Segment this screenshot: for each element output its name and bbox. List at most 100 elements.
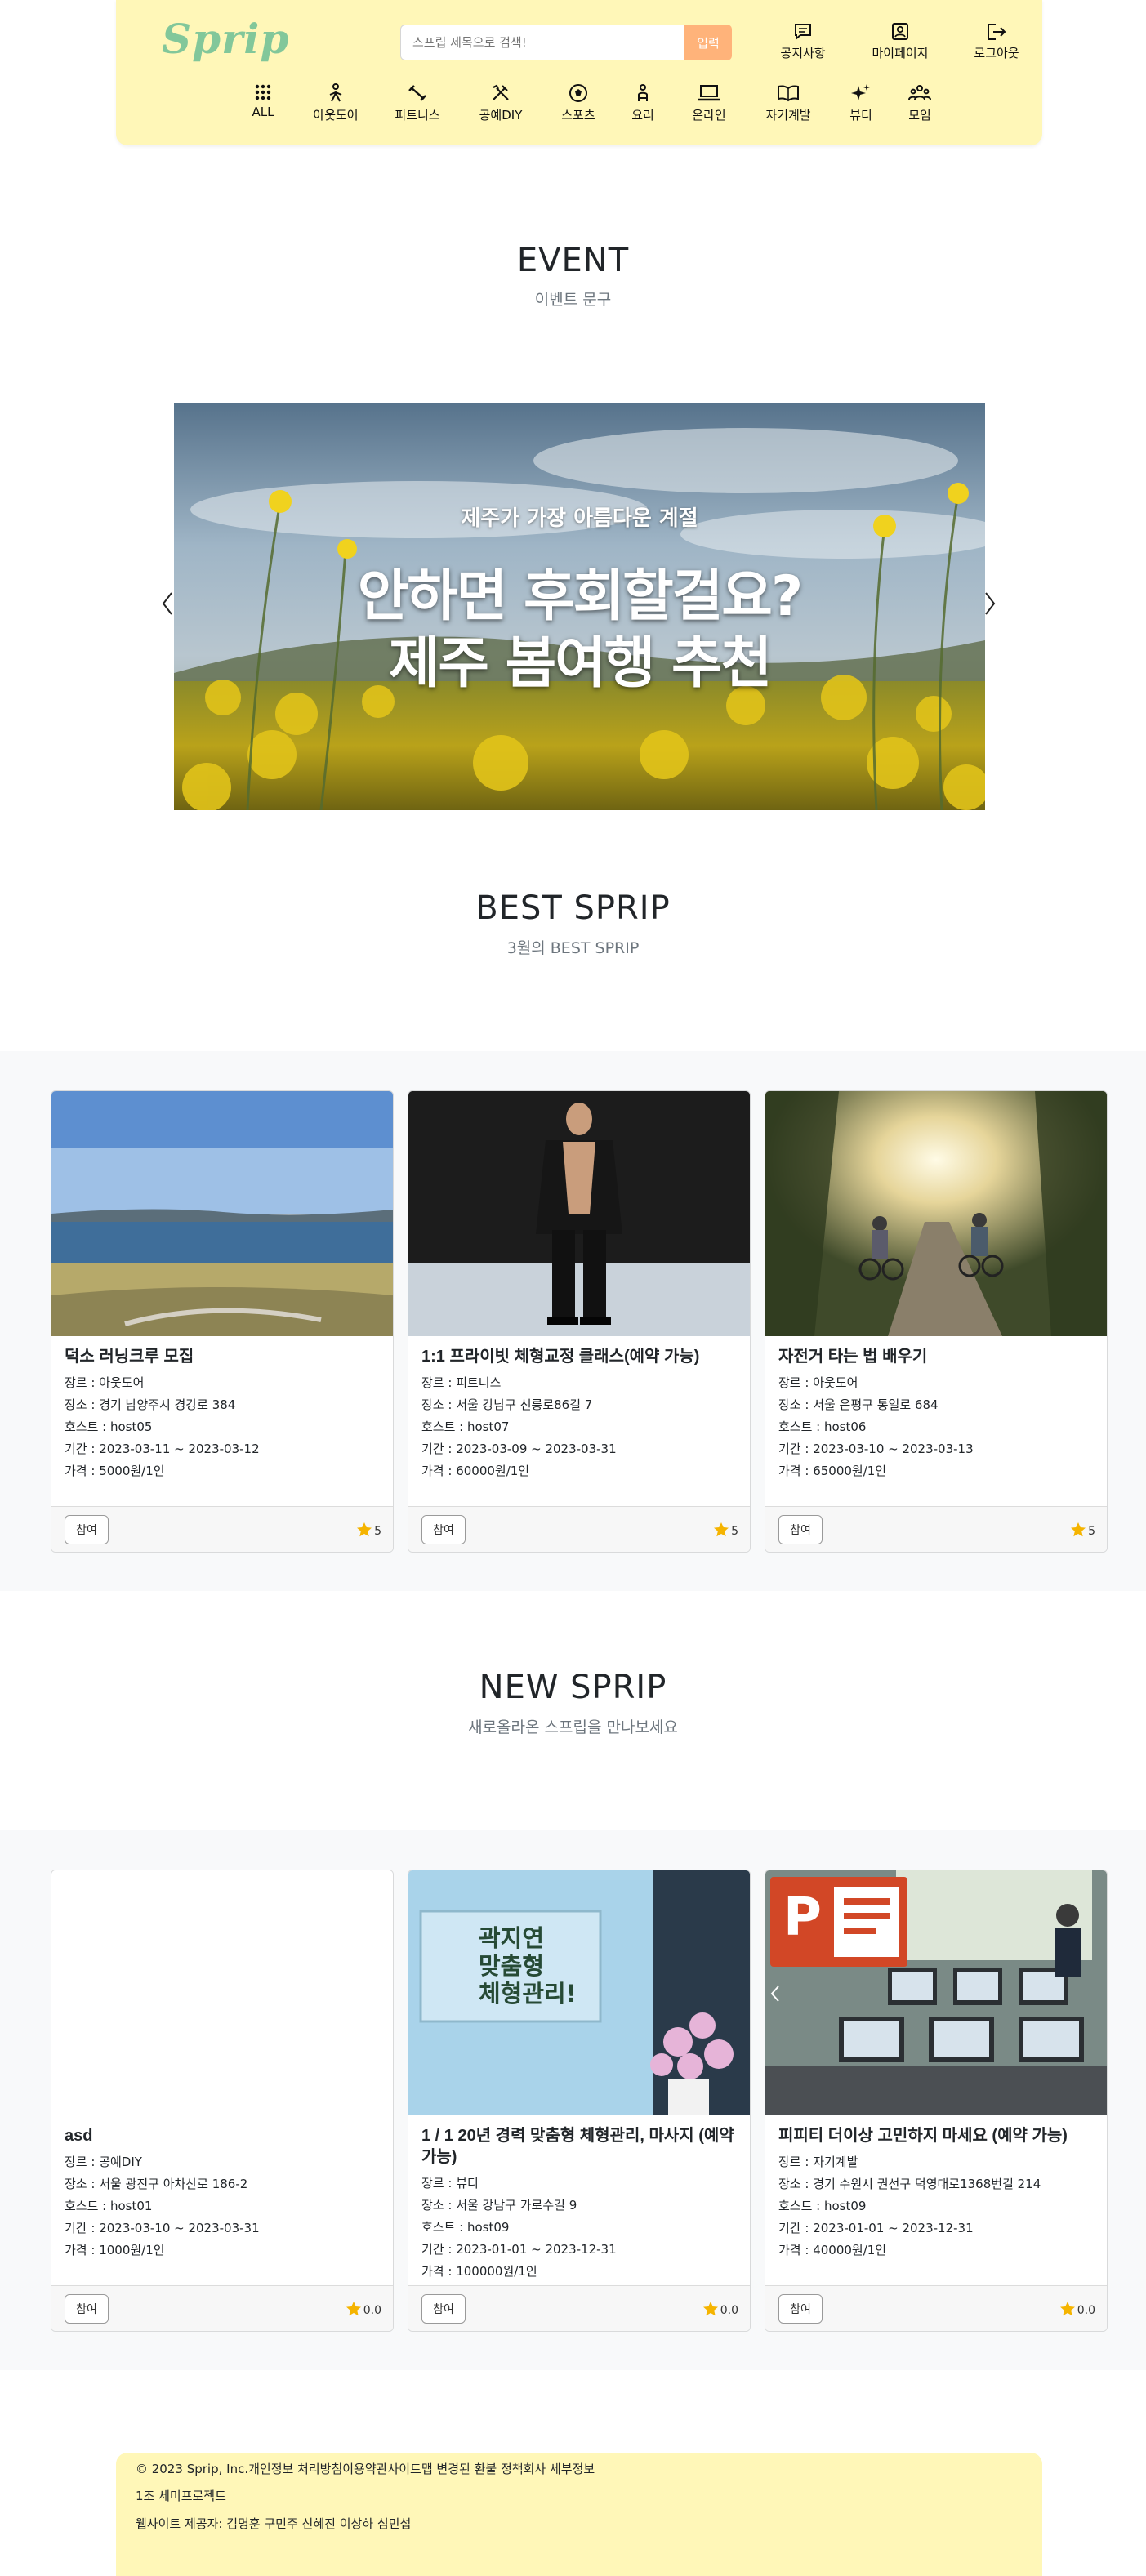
river-photo xyxy=(51,1091,393,1336)
banner-kicker: 제주가 가장 아름다운 계절 xyxy=(461,506,698,531)
card-place: 장소 : 서울 은평구 통일로 684 xyxy=(778,1397,939,1412)
best-card[interactable]: 1:1 프라이빗 체형교정 클래스(예약 가능) 장르 : 피트니스 장소 : … xyxy=(408,1090,751,1553)
trainer-photo xyxy=(408,1091,750,1336)
new-card[interactable]: P 피피티 더이상 고민하지 마세요 (예약 가능) 장르 : 자기계발 장소 … xyxy=(765,1870,1108,2332)
card-body: 1:1 프라이빗 체형교정 클래스(예약 가능) 장르 : 피트니스 장소 : … xyxy=(421,1346,740,1482)
card-footer: 참여 5 xyxy=(408,1506,750,1552)
join-button[interactable]: 참여 xyxy=(421,1515,466,1544)
card-body: 덕소 러닝크루 모집 장르 : 아웃도어 장소 : 경기 남양주시 경강로 38… xyxy=(65,1346,383,1482)
new-card[interactable]: asd 장르 : 공예DIY 장소 : 서울 광진구 아차산로 186-2 호스… xyxy=(51,1870,394,2332)
card-period: 기간 : 2023-01-01 ~ 2023-12-31 xyxy=(778,2221,974,2235)
card-genre: 장르 : 아웃도어 xyxy=(778,1375,858,1390)
footer-links[interactable]: © 2023 Sprip, Inc.개인정보 처리방침이용약관사이트맵 변경된 … xyxy=(136,2460,595,2477)
banner-headline-2: 제주 봄여행 추천 xyxy=(388,631,772,696)
nav-logout-label: 로그아웃 xyxy=(974,46,1019,60)
category-label: 공예DIY xyxy=(479,108,523,123)
category-selfdev[interactable]: 자기계발 xyxy=(749,83,827,123)
rating-value: 0.0 xyxy=(1077,2304,1095,2317)
card-genre: 장르 : 자기계발 xyxy=(778,2155,858,2169)
card-host: 호스트 : host01 xyxy=(65,2199,153,2213)
star-icon xyxy=(714,1522,729,1537)
category-all[interactable]: ALL xyxy=(224,83,302,119)
card-place: 장소 : 서울 강남구 가로수길 9 xyxy=(421,2198,577,2213)
rating-value: 5 xyxy=(1088,1525,1095,1538)
card-body: 1 / 1 20년 경력 맞춤형 체형관리, 마사지 (예약 가능) 장르 : … xyxy=(421,2125,740,2283)
dumbbell-icon xyxy=(408,85,426,101)
join-button[interactable]: 참여 xyxy=(778,2294,823,2324)
rating-value: 5 xyxy=(374,1525,381,1538)
card-period: 기간 : 2023-03-11 ~ 2023-03-12 xyxy=(65,1442,260,1456)
card-title[interactable]: 피피티 더이상 고민하지 마세요 (예약 가능) xyxy=(778,2125,1097,2146)
card-price: 가격 : 65000원/1인 xyxy=(778,1464,887,1478)
category-label: 아웃도어 xyxy=(313,108,359,123)
card-host: 호스트 : host05 xyxy=(65,1419,153,1434)
event-carousel[interactable]: 제주가 가장 아름다운 계절 안하면 후회할걸요? 제주 봄여행 추천 xyxy=(174,403,985,810)
category-online[interactable]: 온라인 xyxy=(670,83,748,123)
card-place: 장소 : 서울 강남구 선릉로86길 7 xyxy=(421,1397,593,1412)
new-card[interactable]: 곽지연 맞춤형 체형관리! 1 / 1 20년 경력 맞춤형 체형관리, 마사지… xyxy=(408,1870,751,2332)
carousel-next-icon[interactable] xyxy=(984,591,996,616)
hiking-icon xyxy=(329,83,342,102)
card-price: 가격 : 5000원/1인 xyxy=(65,1464,165,1478)
category-fitness[interactable]: 피트니스 xyxy=(378,83,457,123)
nav-mypage[interactable]: 마이페이지 xyxy=(859,23,941,61)
footer-credits: 웹사이트 제공자: 김명훈 구민주 신혜진 이상하 심민섭 xyxy=(136,2516,412,2531)
sign-text: 곽지연 맞춤형 체형관리! xyxy=(479,1924,577,2008)
card-body: 자전거 타는 법 배우기 장르 : 아웃도어 장소 : 서울 은평구 통일로 6… xyxy=(778,1346,1097,1482)
card-period: 기간 : 2023-03-10 ~ 2023-03-31 xyxy=(65,2221,260,2235)
carousel-prev-icon[interactable] xyxy=(162,591,173,616)
tools-icon xyxy=(493,84,509,100)
star-icon xyxy=(357,1522,372,1537)
card-genre: 장르 : 아웃도어 xyxy=(65,1375,145,1390)
card-title[interactable]: asd xyxy=(65,2125,383,2146)
category-label: ALL xyxy=(252,105,274,119)
card-rating: 5 xyxy=(356,1522,381,1538)
search-input[interactable] xyxy=(400,25,684,60)
notice-icon xyxy=(795,24,811,41)
card-genre: 장르 : 피트니스 xyxy=(421,1375,502,1390)
new-subtitle: 새로올라온 스프립을 만나보세요 xyxy=(468,1718,678,1736)
card-place: 장소 : 경기 수원시 권선구 덕영대로1368번길 214 xyxy=(778,2177,1041,2191)
best-title: BEST SPRIP xyxy=(475,889,671,927)
category-label: 뷰티 xyxy=(849,108,872,123)
nav-notice[interactable]: 공지사항 xyxy=(762,23,844,61)
join-button[interactable]: 참여 xyxy=(65,2294,109,2324)
nav-logout[interactable]: 로그아웃 xyxy=(956,23,1037,61)
category-label: 요리 xyxy=(631,108,654,123)
card-genre: 장르 : 뷰티 xyxy=(421,2176,479,2190)
event-subtitle: 이벤트 문구 xyxy=(534,291,612,309)
card-rating: 0.0 xyxy=(346,2301,381,2317)
site-header: Sprip 입력 공지사항 마이페이지 로그아웃 ALL 아웃도어 피트니스 xyxy=(116,0,1042,145)
rating-value: 0.0 xyxy=(363,2304,381,2317)
card-title[interactable]: 1:1 프라이빗 체형교정 클래스(예약 가능) xyxy=(421,1346,740,1367)
best-card[interactable]: 덕소 러닝크루 모집 장르 : 아웃도어 장소 : 경기 남양주시 경강로 38… xyxy=(51,1090,394,1553)
card-rating: 5 xyxy=(1070,1522,1095,1538)
card-host: 호스트 : host09 xyxy=(421,2220,510,2235)
card-title[interactable]: 덕소 러닝크루 모집 xyxy=(65,1346,383,1367)
category-craft[interactable]: 공예DIY xyxy=(462,83,540,123)
chef-icon xyxy=(638,84,648,101)
best-band: 덕소 러닝크루 모집 장르 : 아웃도어 장소 : 경기 남양주시 경강로 38… xyxy=(0,1051,1146,1591)
rating-value: 5 xyxy=(731,1525,738,1538)
card-footer: 참여 5 xyxy=(765,1506,1107,1552)
card-image xyxy=(765,1091,1107,1336)
card-title[interactable]: 1 / 1 20년 경력 맞춤형 체형관리, 마사지 (예약 가능) xyxy=(421,2125,740,2168)
category-meetup[interactable]: 모임 xyxy=(881,83,959,123)
best-card[interactable]: 자전거 타는 법 배우기 장르 : 아웃도어 장소 : 서울 은평구 통일로 6… xyxy=(765,1090,1108,1553)
card-footer: 참여 0.0 xyxy=(51,2285,393,2331)
search-button[interactable]: 입력 xyxy=(684,25,732,60)
site-logo[interactable]: Sprip xyxy=(162,15,289,63)
card-image: P xyxy=(765,1870,1107,2115)
nav-notice-label: 공지사항 xyxy=(780,46,826,60)
card-title[interactable]: 자전거 타는 법 배우기 xyxy=(778,1346,1097,1367)
join-button[interactable]: 참여 xyxy=(421,2294,466,2324)
people-icon xyxy=(908,85,931,100)
join-button[interactable]: 참여 xyxy=(778,1515,823,1544)
category-label: 피트니스 xyxy=(395,108,440,123)
category-outdoor[interactable]: 아웃도어 xyxy=(297,83,375,123)
card-host: 호스트 : host07 xyxy=(421,1419,510,1434)
join-button[interactable]: 참여 xyxy=(65,1515,109,1544)
card-rating: 0.0 xyxy=(702,2301,738,2317)
laptop-icon xyxy=(698,85,720,101)
card-place: 장소 : 서울 광진구 아차산로 186-2 xyxy=(65,2177,248,2191)
